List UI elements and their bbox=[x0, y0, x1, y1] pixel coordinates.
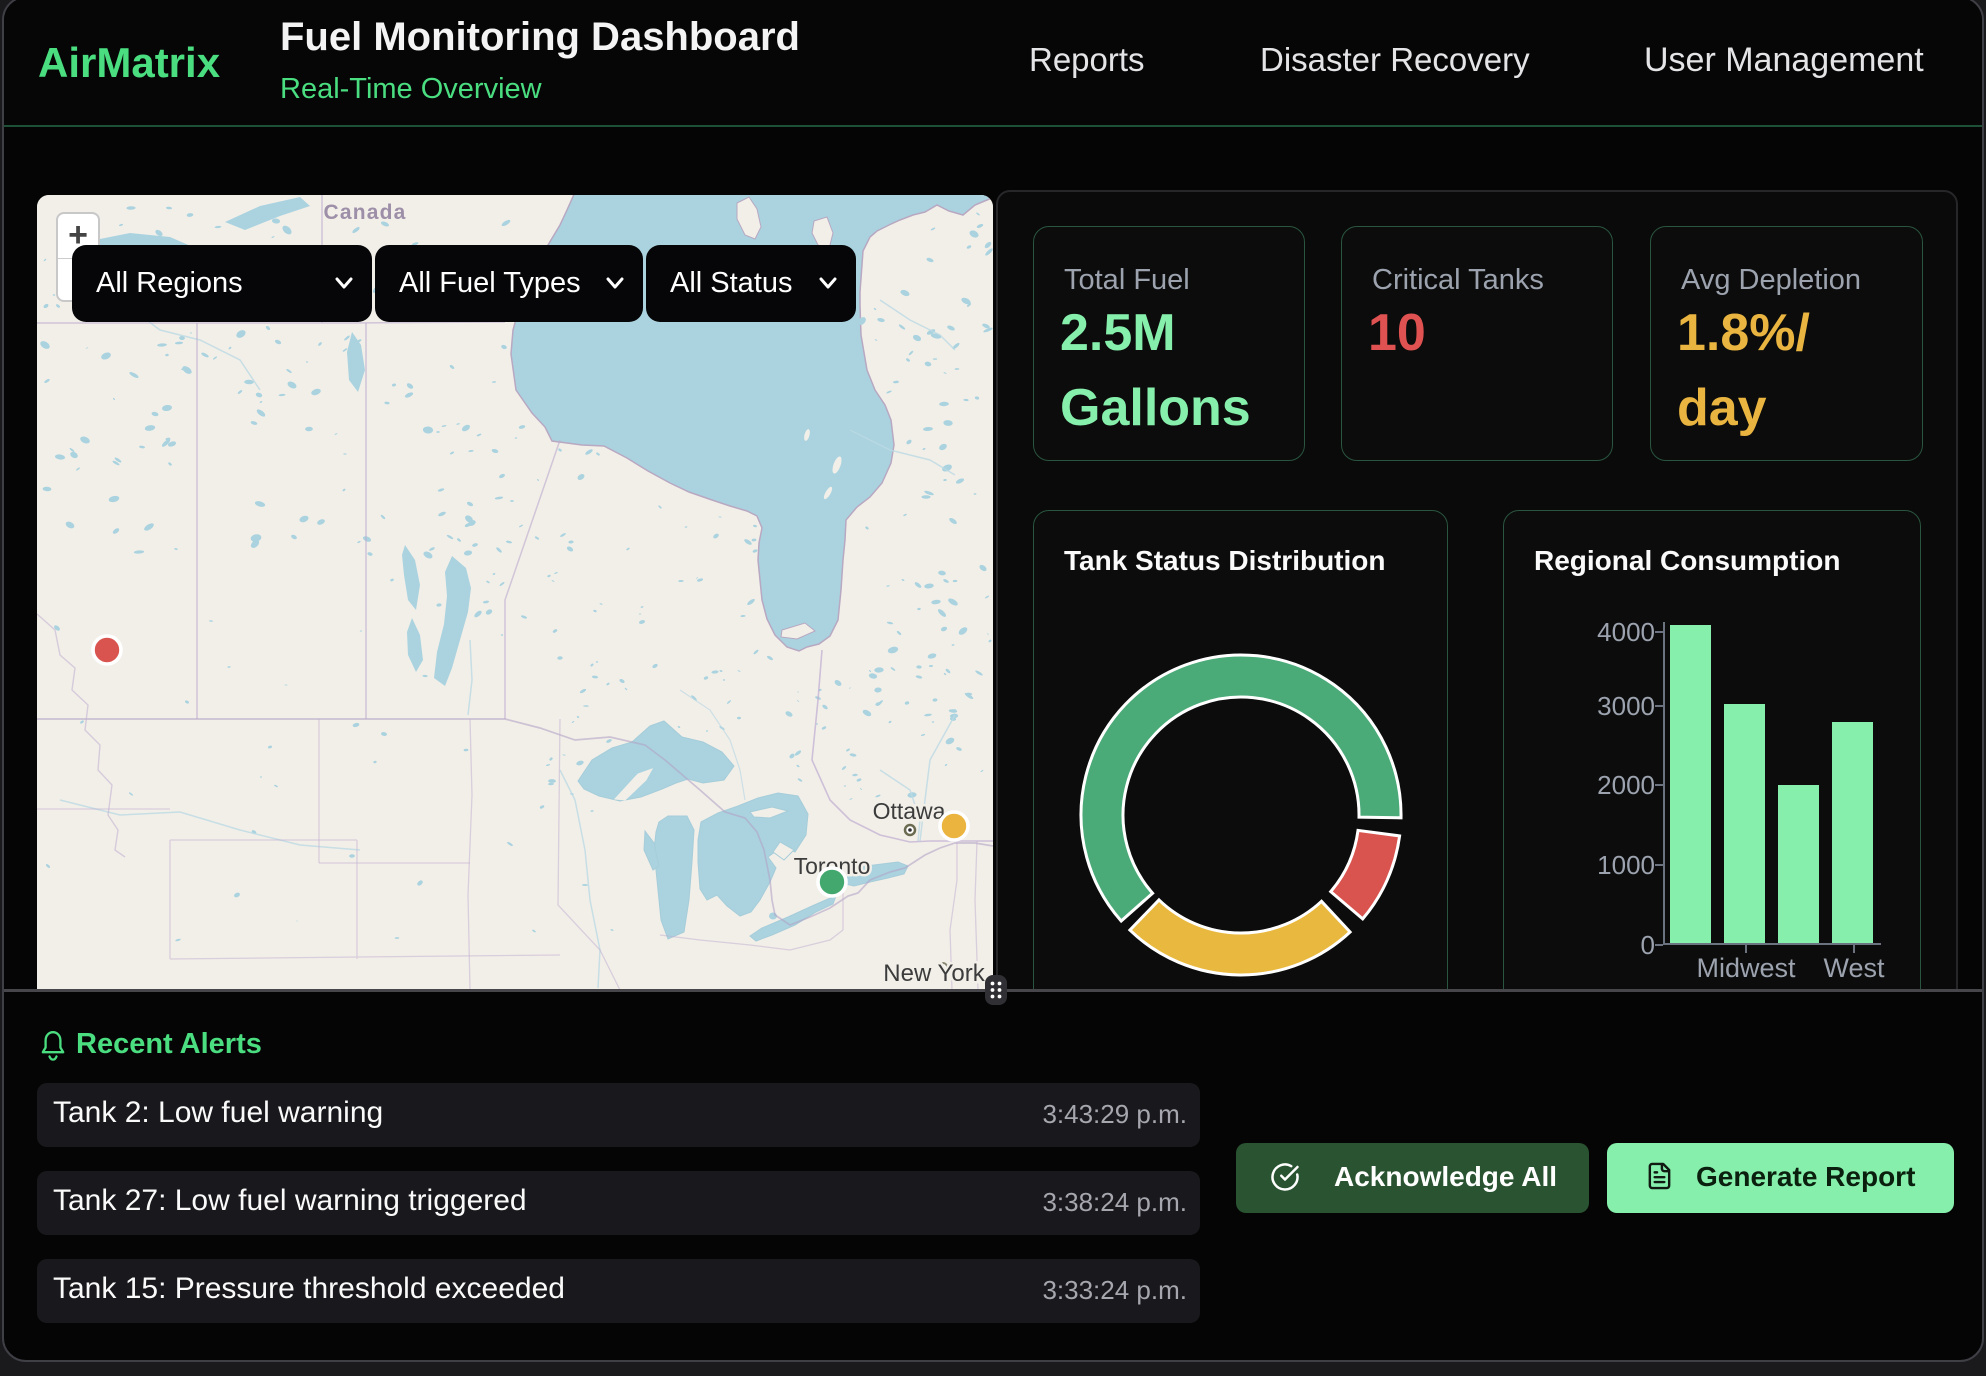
svg-text:Canada: Canada bbox=[323, 201, 406, 224]
svg-text:New York: New York bbox=[883, 960, 985, 987]
svg-text:Ottawa: Ottawa bbox=[873, 798, 946, 824]
